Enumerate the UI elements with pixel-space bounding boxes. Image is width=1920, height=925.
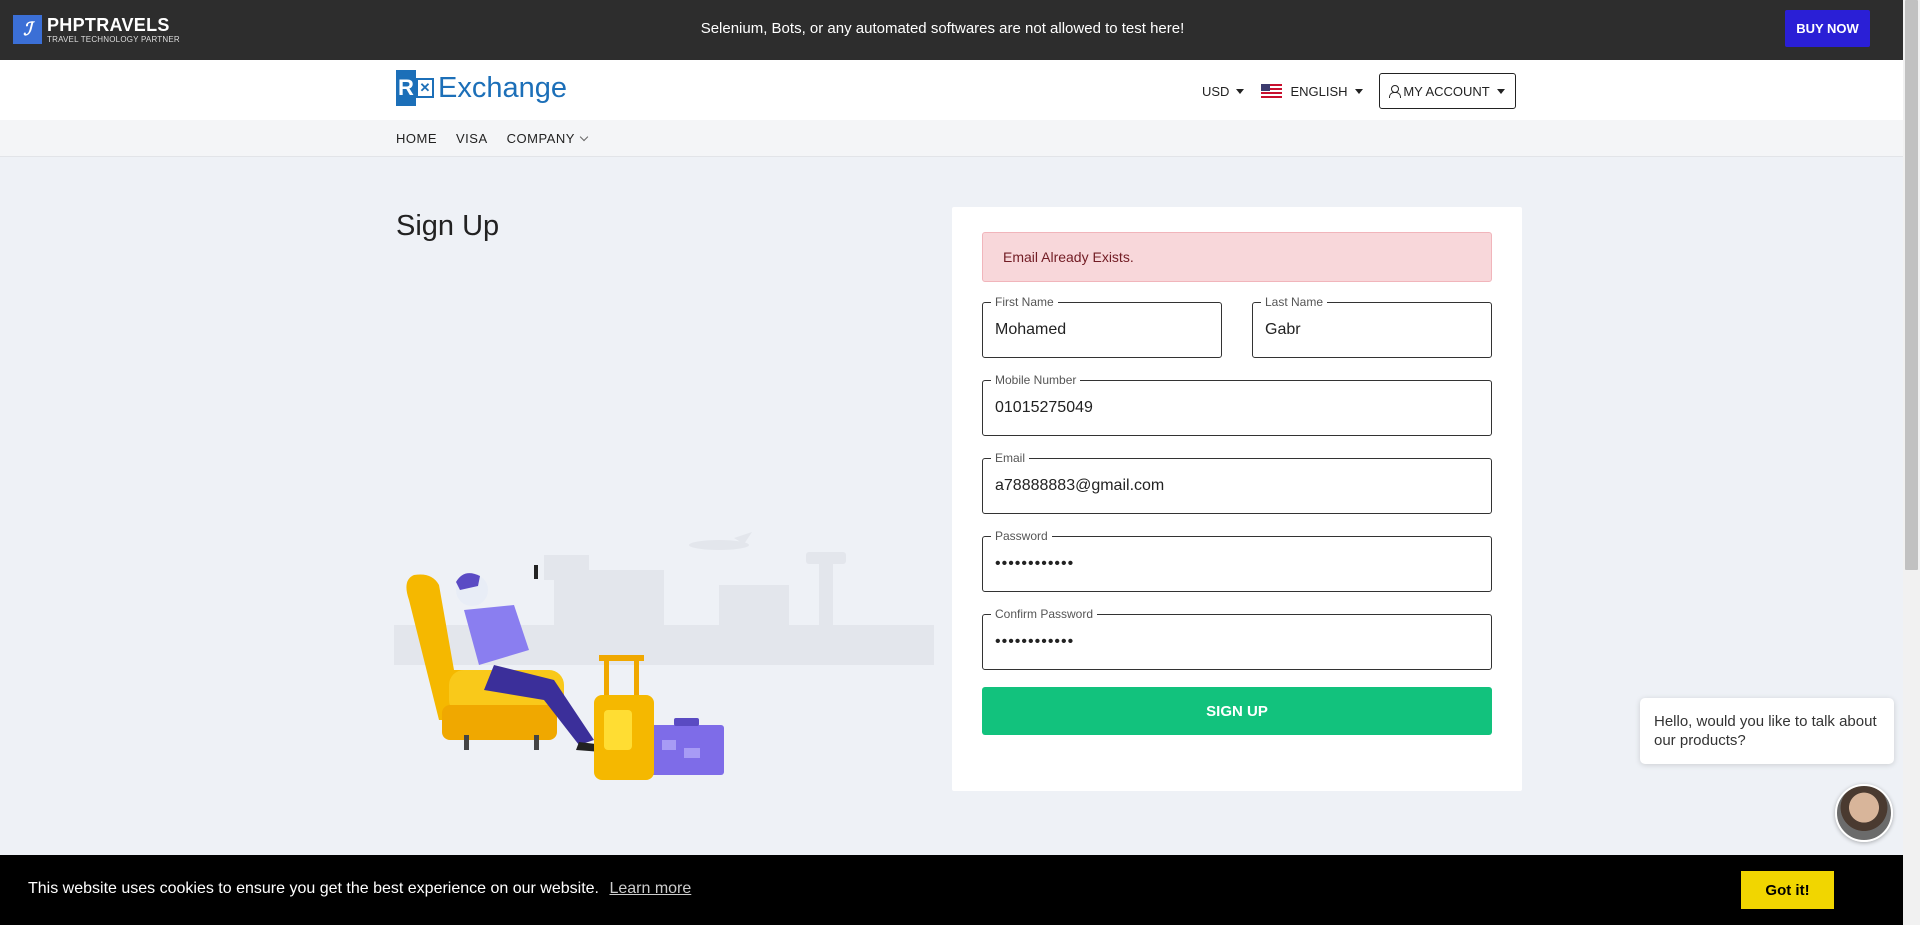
first-name-input[interactable] [995, 321, 1209, 339]
chevron-down-icon [579, 132, 589, 142]
user-icon [1389, 85, 1402, 98]
language-label: ENGLISH [1290, 83, 1348, 99]
first-name-label: First Name [991, 295, 1058, 309]
cookie-message: This website uses cookies to ensure you … [28, 880, 599, 897]
signup-card: Email Already Exists. First Name Last Na… [952, 207, 1522, 791]
nav-visa[interactable]: VISA [456, 131, 488, 146]
brand-text: Exchange [438, 71, 567, 104]
automation-notice: Selenium, Bots, or any automated softwar… [700, 20, 1185, 37]
email-label: Email [991, 451, 1030, 465]
caret-down-icon [1236, 88, 1245, 94]
account-label: MY ACCOUNT [1403, 83, 1490, 99]
caret-down-icon [1354, 88, 1363, 94]
us-flag-icon [1261, 84, 1283, 98]
exchange-logo[interactable]: R ✕ Exchange [396, 70, 567, 106]
first-name-field[interactable]: First Name [982, 295, 1222, 358]
password-label: Password [991, 529, 1052, 543]
password-field[interactable]: Password [982, 529, 1492, 592]
signup-button[interactable]: SIGN UP [982, 687, 1492, 735]
traveler-illustration [394, 532, 934, 780]
mobile-input[interactable] [995, 399, 1479, 417]
page-title: Sign Up [396, 210, 500, 242]
scrollbar-thumb[interactable] [1905, 0, 1918, 570]
learn-more-link[interactable]: Learn more [609, 880, 691, 897]
caret-down-icon [1496, 88, 1505, 94]
currency-label: USD [1202, 83, 1230, 99]
main-nav: HOME VISA COMPANY [0, 120, 1903, 157]
mobile-label: Mobile Number [991, 373, 1081, 387]
password-input[interactable] [995, 555, 1479, 573]
nav-company[interactable]: COMPANY [507, 131, 589, 146]
currency-dropdown[interactable]: USD [1202, 83, 1245, 99]
page-scrollbar[interactable] [1903, 0, 1920, 925]
last-name-input[interactable] [1265, 321, 1479, 339]
error-alert: Email Already Exists. [982, 232, 1492, 282]
chat-avatar[interactable] [1835, 784, 1893, 842]
nav-home[interactable]: HOME [396, 131, 437, 146]
last-name-field[interactable]: Last Name [1252, 295, 1492, 358]
buy-now-button[interactable]: BUY NOW [1785, 10, 1870, 47]
top-bar: ℐ PHPTRAVELS TRAVEL TECHNOLOGY PARTNER S… [0, 0, 1903, 60]
cookie-banner: This website uses cookies to ensure you … [0, 855, 1903, 925]
confirm-password-field[interactable]: Confirm Password [982, 607, 1492, 670]
site-header: R ✕ Exchange USD ENGLISH MY ACCOUNT [0, 60, 1903, 120]
email-field[interactable]: Email [982, 451, 1492, 514]
exchange-logo-icon: R ✕ [396, 70, 434, 106]
confirm-password-label: Confirm Password [991, 607, 1098, 621]
language-dropdown[interactable]: ENGLISH [1261, 83, 1363, 99]
my-account-button[interactable]: MY ACCOUNT [1378, 73, 1516, 109]
last-name-label: Last Name [1261, 295, 1328, 309]
chat-bubble[interactable]: Hello, would you like to talk about our … [1640, 698, 1894, 764]
got-it-button[interactable]: Got it! [1741, 871, 1834, 909]
confirm-password-input[interactable] [995, 633, 1479, 651]
mobile-field[interactable]: Mobile Number [982, 373, 1492, 436]
email-input[interactable] [995, 477, 1479, 495]
